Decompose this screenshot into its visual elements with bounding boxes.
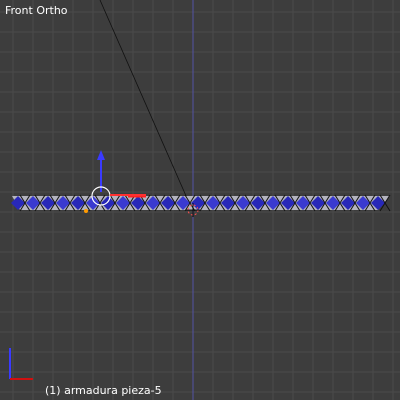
view-name-label: Front Ortho [5, 4, 68, 17]
viewport-scene[interactable] [0, 0, 400, 400]
armature-mesh[interactable] [11, 194, 391, 212]
active-object-label: (1) armadura pieza-5 [45, 384, 162, 397]
3d-viewport[interactable]: Front Ortho (1) armadura pieza-5 [0, 0, 400, 400]
object-origin-icon [84, 209, 88, 213]
